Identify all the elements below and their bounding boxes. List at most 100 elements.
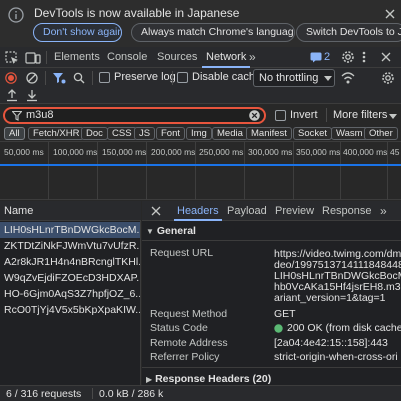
general-section-title: General (156, 225, 196, 237)
request-row[interactable]: W9qZvEjdiFZOEcD3HDXAP... (0, 270, 140, 286)
issues-count[interactable]: 2 (324, 47, 330, 68)
timeline-tick: 45 (390, 147, 400, 157)
request-row[interactable]: LIH0sHLnrTBnDWGkcBocM... (0, 222, 140, 238)
request-row[interactable]: RcO0TjYj4V5x5bKpXpaKIW... (0, 302, 140, 318)
dont-show-again-button[interactable]: Don't show again (33, 23, 122, 42)
tab-elements[interactable]: Elements (54, 47, 100, 68)
tab-sources[interactable]: Sources (157, 47, 197, 68)
disable-cache-checkbox[interactable] (177, 72, 188, 83)
search-icon[interactable] (73, 72, 85, 84)
request-method-value: GET (274, 308, 296, 320)
clear-filter-icon[interactable] (249, 110, 260, 121)
triangle-right-icon: ▶ (146, 375, 153, 384)
clear-icon[interactable] (26, 72, 38, 84)
close-devtools-icon[interactable] (381, 52, 391, 62)
type-filter-socket[interactable]: Socket (293, 127, 333, 140)
tab-payload[interactable]: Payload (227, 201, 267, 221)
device-toolbar-icon[interactable] (25, 51, 41, 65)
timeline-tick: 250,000 ms (199, 147, 244, 157)
timeline-tick: 350,000 ms (296, 147, 341, 157)
network-settings-gear-icon[interactable] (381, 71, 395, 85)
type-filter-font[interactable]: Font (156, 127, 186, 140)
invert-checkbox[interactable] (275, 110, 286, 121)
detail-tab-bar: Headers Payload Preview Response » (142, 201, 401, 221)
more-tabs-chevron-icon[interactable]: » (249, 47, 256, 68)
type-filter-css[interactable]: CSS (107, 127, 137, 140)
tab-preview[interactable]: Preview (275, 201, 314, 221)
resource-type-filters: All Fetch/XHR Doc CSS JS Font Img Media … (0, 125, 401, 142)
tab-headers[interactable]: Headers (174, 201, 222, 221)
timeline-tick: 150,000 ms (102, 147, 147, 157)
preserve-log-label: Preserve log (114, 71, 176, 83)
throttling-select[interactable]: No throttling (253, 69, 335, 87)
response-headers-section-toggle[interactable]: ▶ Response Headers (20) (146, 373, 271, 385)
chevron-down-icon (324, 76, 332, 81)
match-language-button[interactable]: Always match Chrome's language (131, 23, 295, 42)
filter-icon[interactable] (52, 72, 66, 84)
request-row[interactable]: ZKTDtZiNkFJWmVtu7vUfzR... (0, 238, 140, 254)
type-filter-fetch-xhr[interactable]: Fetch/XHR (28, 127, 85, 140)
filter-input-value[interactable]: m3u8 (26, 109, 54, 122)
type-filter-wasm[interactable]: Wasm (331, 127, 368, 140)
more-filters-dropdown[interactable]: More filters (333, 109, 387, 121)
network-conditions-icon[interactable] (341, 71, 355, 85)
switch-language-button[interactable]: Switch DevTools to Jap (296, 23, 401, 42)
invert-label: Invert (290, 109, 318, 121)
request-url-label: Request URL (150, 247, 214, 259)
type-filter-doc[interactable]: Doc (81, 127, 108, 140)
remote-address-label: Remote Address (150, 337, 228, 349)
timeline-tick: 300,000 ms (248, 147, 293, 157)
timeline-tick: 200,000 ms (151, 147, 196, 157)
more-options-icon[interactable] (362, 50, 366, 64)
inspect-element-icon[interactable] (5, 51, 19, 65)
general-section-toggle[interactable]: ▼ General (146, 225, 196, 237)
devtools-tab-bar: Elements Console Sources Network » 2 (0, 47, 401, 68)
network-timeline-overview[interactable]: 50,000 ms 100,000 ms 150,000 ms 200,000 … (0, 142, 401, 200)
referrer-policy-label: Referrer Policy (150, 351, 220, 363)
language-notification-bar: DevTools is now available in Japanese Do… (0, 0, 401, 47)
request-row[interactable]: HO-6Gjm0AqS3Z7hpfjOZ_6... (0, 286, 140, 302)
tab-console[interactable]: Console (107, 47, 147, 68)
network-status-bar: 6 / 316 requests 0.0 kB / 286 k (0, 385, 401, 401)
filter-input-box[interactable]: m3u8 (3, 107, 266, 124)
type-filter-manifest[interactable]: Manifest (246, 127, 292, 140)
type-filter-all[interactable]: All (4, 127, 25, 140)
request-count: 6 / 316 requests (6, 388, 82, 400)
triangle-down-icon: ▼ (146, 227, 154, 236)
settings-gear-icon[interactable] (341, 50, 355, 64)
request-list-header[interactable]: Name (0, 201, 141, 221)
record-icon[interactable] (5, 72, 17, 84)
type-filter-other[interactable]: Other (364, 127, 398, 140)
more-filters-chevron-down-icon[interactable] (389, 114, 397, 119)
type-filter-img[interactable]: Img (186, 127, 212, 140)
preserve-log-checkbox[interactable] (99, 72, 110, 83)
close-detail-icon[interactable] (151, 206, 161, 216)
tab-network[interactable]: Network (201, 47, 251, 68)
import-har-icon[interactable] (6, 89, 18, 102)
transferred-size: 0.0 kB / 286 k (99, 388, 164, 400)
referrer-policy-value: strict-origin-when-cross-ori (274, 351, 398, 363)
issues-icon[interactable] (310, 52, 322, 63)
status-code-label: Status Code (150, 322, 208, 334)
info-icon (8, 7, 24, 23)
tab-response[interactable]: Response (322, 201, 372, 221)
name-column-header[interactable]: Name (4, 205, 33, 217)
response-headers-title: Response Headers (20) (155, 373, 272, 385)
more-detail-tabs-chevron-icon[interactable]: » (380, 201, 387, 221)
export-har-icon[interactable] (26, 89, 38, 102)
status-code-value: 200 OK (from disk cache) (287, 322, 401, 334)
timeline-tick: 50,000 ms (4, 147, 44, 157)
filter-funnel-icon (12, 111, 22, 121)
type-filter-media[interactable]: Media (212, 127, 248, 140)
request-row[interactable]: A2r8kJR1H4n4nBRcnglTKHl... (0, 254, 140, 270)
notification-message: DevTools is now available in Japanese (34, 6, 240, 20)
type-filter-js[interactable]: JS (134, 127, 156, 140)
request-method-label: Request Method (150, 308, 228, 320)
disable-cache-label: Disable cache (192, 71, 262, 83)
close-icon[interactable] (384, 8, 396, 20)
timeline-tick: 100,000 ms (53, 147, 98, 157)
network-toolbar-secondary (0, 88, 401, 104)
network-toolbar: Preserve log Disable cache No throttling (0, 68, 401, 88)
status-ok-dot-icon (274, 324, 283, 333)
request-url-line: ariant_version=1&tag=1 (274, 292, 386, 304)
